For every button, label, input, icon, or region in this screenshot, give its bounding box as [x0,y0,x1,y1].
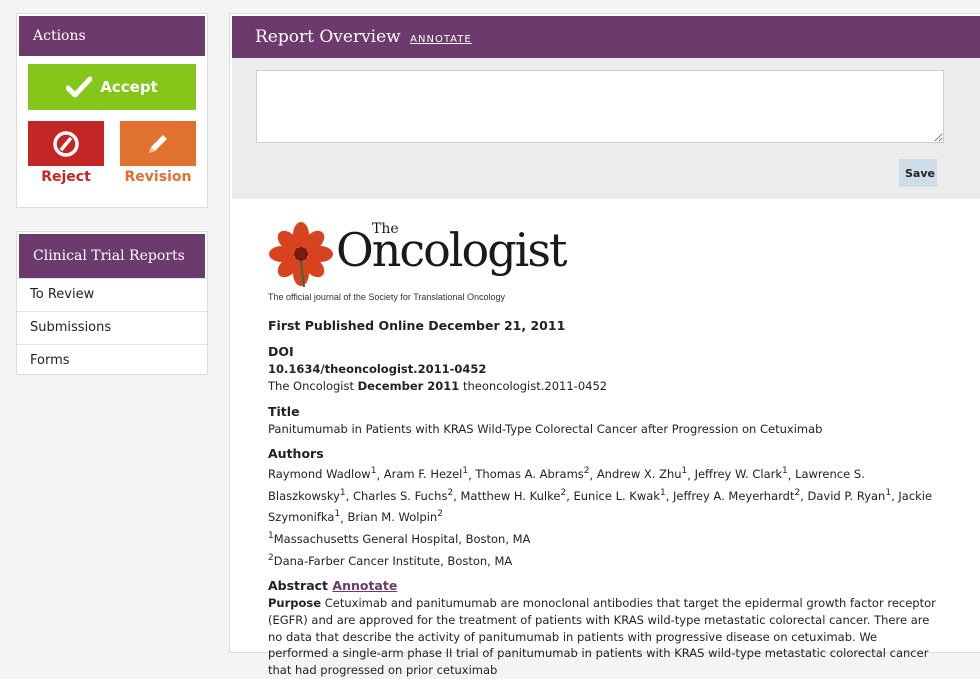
published-date: First Published Online December 21, 2011 [268,318,566,333]
doi-heading: DOI [268,344,294,360]
author-name: Aram F. Hezel [383,467,463,482]
report-overview-header: Report Overview ANNOTATE [232,16,980,58]
prohibited-icon [53,130,79,157]
menu-item-submissions[interactable]: Submissions [17,311,207,344]
revision-label[interactable]: Revision [120,169,196,185]
author-name: Jeffrey W. Clark [694,467,783,482]
abstract-heading-label: Abstract [268,578,329,594]
author-affiliation-number: 1 [339,488,346,499]
author: Brian M. Wolpin2 [347,509,443,525]
journal-logo: The Oncologist The official journal of t… [268,219,938,309]
author-name: Thomas A. Abrams [475,467,584,482]
author-affiliation-number: 2 [437,509,443,520]
logo-name: Oncologist [336,223,567,277]
article-title: Panitumumab in Patients with KRAS Wild-T… [268,421,823,436]
author-affiliation-number: 1 [782,466,788,477]
author-affiliation-number: 1 [462,466,469,477]
author-affiliation-number: 1 [659,488,666,499]
purpose-label: Purpose [268,596,322,611]
doi-value: 10.1634/theoncologist.2011-0452 [268,362,487,377]
affiliations-list: 1Massachusetts General Hospital, Boston,… [268,528,938,571]
accept-button[interactable]: Accept [28,64,196,110]
author-name: Brian M. Wolpin [347,510,438,525]
save-button[interactable]: Save [899,159,937,187]
authors-list: Raymond Wadlow1, Aram F. Hezel1, Thomas … [268,466,933,525]
authors-heading: Authors [268,446,324,462]
accept-label: Accept [100,78,158,96]
author: Charles S. Fuchs2 [352,488,454,503]
report-overview-panel: Report Overview ANNOTATE Save The Oncolo… [229,13,980,677]
author-name: Matthew H. Kulke [460,488,561,503]
comment-area: Save [232,58,980,199]
author: Jeffrey W. Clark1 [694,466,788,482]
abstract-purpose: Purpose Cetuximab and panitumumab are mo… [268,595,938,678]
author: Eunice L. Kwak1 [573,488,666,503]
actions-title: Actions [19,16,205,56]
author-name: Jeffrey A. Meyerhardt [673,488,795,503]
reject-label[interactable]: Reject [28,169,104,185]
checkmark-icon [66,76,93,98]
pencil-icon [149,134,167,153]
author-name: David P. Ryan [807,488,886,503]
reject-button[interactable] [28,121,104,166]
author-affiliation-number: 1 [681,466,688,477]
author: Raymond Wadlow1 [268,466,377,482]
author-affiliation-number: 2 [794,488,801,499]
menu-item-forms[interactable]: Forms [17,344,207,377]
author-name: Andrew X. Zhu [596,467,682,482]
article-content: The Oncologist The official journal of t… [268,219,938,679]
author-affiliation-number: 2 [447,488,454,499]
clinical-trial-reports-menu: To Review Submissions Forms [17,278,207,377]
author-name: Raymond Wadlow [268,467,371,482]
citation-journal: The Oncologist [268,378,354,393]
author-name: Eunice L. Kwak [573,488,660,503]
affiliation-text: Massachusetts General Hospital, Boston, … [273,531,531,546]
affiliation-text: Dana-Farber Cancer Institute, Boston, MA [273,553,513,568]
menu-item-to-review[interactable]: To Review [17,278,207,311]
clinical-trial-reports-panel: Clinical Trial Reports To Review Submiss… [16,231,208,375]
annotate-link[interactable]: ANNOTATE [410,34,472,45]
author-affiliation-number: 2 [583,466,590,477]
author: David P. Ryan1 [807,488,892,503]
annotation-textarea[interactable] [256,70,944,143]
affiliation: 1Massachusetts General Hospital, Boston,… [268,528,938,550]
author-affiliation-number: 1 [370,466,377,477]
abstract-heading: Abstract Annotate [268,577,938,595]
logo-tagline: The official journal of the Society for … [268,292,505,302]
author: Aram F. Hezel1 [383,466,469,482]
author: Jeffrey A. Meyerhardt2 [673,488,801,503]
author: Matthew H. Kulke2 [460,488,567,503]
author: Andrew X. Zhu1 [596,466,688,482]
author-affiliation-number: 1 [885,488,892,499]
affiliation: 2Dana-Farber Cancer Institute, Boston, M… [268,550,938,572]
author-affiliation-number: 1 [334,509,341,520]
actions-panel: Actions Accept Reject Revision [16,13,208,208]
revision-button[interactable] [120,121,196,166]
title-heading: Title [268,403,300,419]
citation-date: December 2011 [357,378,460,393]
abstract-annotate-link[interactable]: Annotate [332,578,397,593]
report-overview-title: Report Overview [255,27,401,47]
citation-id: theoncologist.2011-0452 [462,378,608,393]
author-name: Charles S. Fuchs [352,488,448,503]
citation: The Oncologist December 2011 theoncologi… [268,378,938,395]
author: Thomas A. Abrams2 [475,466,590,482]
purpose-text: Cetuximab and panitumumab are monoclonal… [268,596,936,677]
author-affiliation-number: 2 [560,488,567,499]
flower-logo-icon [269,222,333,287]
clinical-trial-reports-title: Clinical Trial Reports [19,234,205,278]
